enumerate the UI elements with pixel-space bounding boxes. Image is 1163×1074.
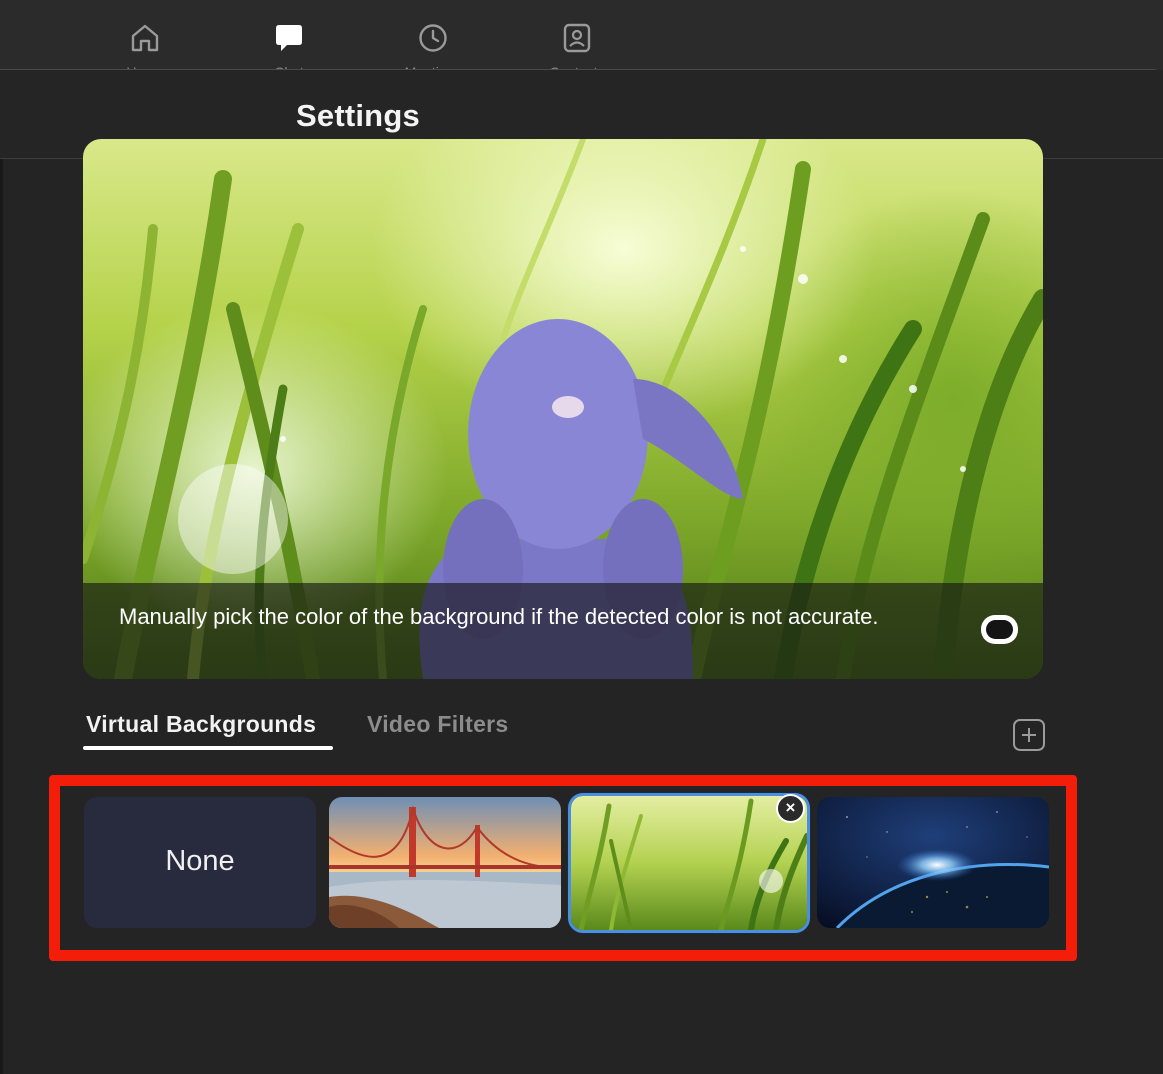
home-icon — [131, 24, 159, 52]
nav-tab-chat[interactable]: Chat — [259, 18, 319, 80]
earth-from-space-image — [817, 797, 1049, 928]
color-picker-toggle[interactable] — [981, 615, 1018, 644]
golden-gate-bridge-image — [329, 797, 561, 928]
nav-tab-home[interactable]: Home — [115, 18, 175, 80]
nav-tab-contacts[interactable]: Contacts — [547, 18, 607, 80]
preview-caption-bar: Manually pick the color of the backgroun… — [83, 583, 1043, 679]
top-navigation-bar: Home Chat Meetings Contacts — [0, 0, 1163, 80]
contacts-icon — [563, 23, 591, 53]
tab-virtual-backgrounds[interactable]: Virtual Backgrounds — [86, 711, 316, 738]
clock-icon — [419, 24, 447, 52]
background-thumbnail-earth-from-space[interactable] — [817, 797, 1049, 928]
video-preview: Manually pick the color of the backgroun… — [83, 139, 1043, 679]
active-tab-indicator — [83, 746, 333, 750]
tab-video-filters[interactable]: Video Filters — [367, 711, 509, 738]
sidebar-divider — [0, 159, 3, 1074]
preview-caption-text: Manually pick the color of the backgroun… — [119, 604, 879, 629]
remove-background-button[interactable]: × — [776, 794, 805, 823]
chat-icon — [276, 25, 302, 51]
page-title: Settings — [296, 98, 420, 133]
background-thumbnail-golden-gate-bridge[interactable] — [329, 797, 561, 928]
none-label: None — [165, 845, 235, 877]
add-background-button[interactable] — [1013, 719, 1045, 751]
background-thumbnail-none[interactable]: None — [84, 797, 316, 928]
zoom-app-window: Home Chat Meetings Contacts Se — [0, 0, 1163, 1074]
background-thumbnail-grass-selected[interactable] — [568, 793, 810, 933]
nav-tab-meetings[interactable]: Meetings — [403, 18, 463, 80]
grass-image — [571, 796, 807, 930]
close-icon: × — [785, 798, 796, 817]
